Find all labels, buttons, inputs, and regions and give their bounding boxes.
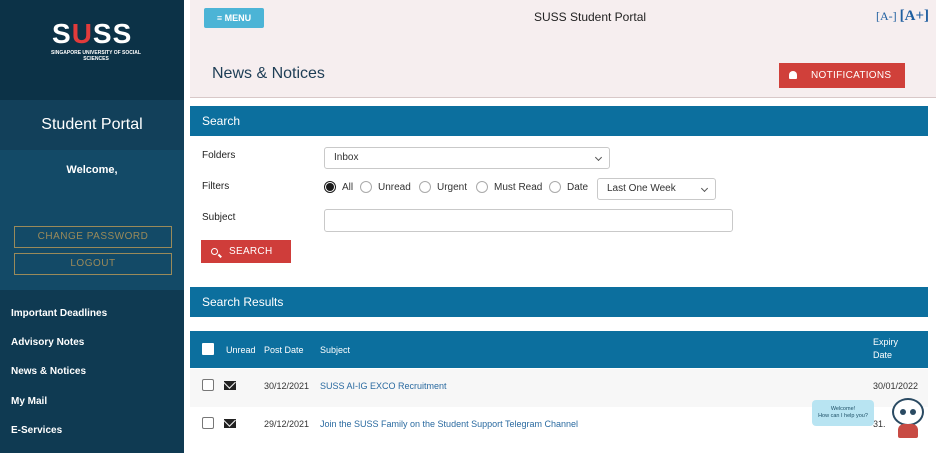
row-checkbox[interactable]: [202, 417, 214, 429]
font-size-controls: [A-] [A+]: [876, 8, 929, 25]
portal-title: Student Portal: [0, 100, 184, 150]
chatbot-avatar-icon[interactable]: [888, 396, 928, 440]
radio-urgent[interactable]: [419, 181, 431, 193]
page-header: ≡ MENU SUSS Student Portal [A-] [A+] New…: [190, 0, 936, 98]
folders-select[interactable]: Inbox: [324, 147, 610, 169]
filter-all[interactable]: All: [324, 180, 353, 196]
row-expiry: 30/01/2022: [873, 381, 919, 391]
search-panel-header: Search: [190, 106, 928, 136]
mail-icon: [224, 419, 236, 428]
logo-wordmark: SUSS: [52, 18, 133, 49]
menu-label: MENU: [224, 13, 252, 23]
sidebar: SUSS SINGAPORE UNIVERSITY OF SOCIAL SCIE…: [0, 0, 184, 453]
row-post-date: 30/12/2021: [264, 381, 310, 391]
chatbot-widget[interactable]: Welcome! How can I help you?: [812, 398, 936, 448]
radio-date[interactable]: [549, 181, 561, 193]
bell-icon: [789, 71, 797, 79]
radio-all[interactable]: [324, 181, 336, 193]
filter-urgent[interactable]: Urgent: [419, 180, 467, 196]
col-unread[interactable]: Unread: [226, 345, 256, 355]
sidebar-item-advisory-notes[interactable]: Advisory Notes: [11, 337, 84, 348]
filters-label: Filters: [202, 181, 230, 192]
row-subject-link[interactable]: SUSS AI-IG EXCO Recruitment: [320, 381, 447, 391]
chevron-down-icon: [594, 153, 603, 162]
row-checkbox[interactable]: [202, 379, 214, 391]
col-expiry-date-2: Date: [873, 350, 893, 360]
subject-input[interactable]: [324, 209, 733, 232]
font-increase-button[interactable]: [A+]: [900, 8, 929, 24]
chevron-down-icon: [700, 184, 709, 193]
sidebar-item-news-notices[interactable]: News & Notices: [11, 366, 86, 377]
notifications-label: NOTIFICATIONS: [811, 70, 892, 81]
chatbot-line1: Welcome!: [830, 406, 856, 412]
filter-urgent-label: Urgent: [437, 182, 468, 193]
filter-all-label: All: [342, 182, 354, 193]
menu-button[interactable]: ≡ MENU: [204, 8, 264, 28]
chatbot-line2: How can I help you?: [818, 413, 868, 419]
filter-must-read-label: Must Read: [494, 182, 543, 193]
page-title: News & Notices: [212, 65, 325, 82]
select-all-checkbox[interactable]: [202, 343, 214, 355]
app-title: SUSS Student Portal: [533, 10, 647, 24]
filter-date[interactable]: Date: [549, 180, 588, 196]
filter-unread[interactable]: Unread: [360, 180, 411, 196]
logo-subtitle: SINGAPORE UNIVERSITY OF SOCIAL SCIENCES: [51, 50, 141, 62]
sidebar-item-important-deadlines[interactable]: Important Deadlines: [11, 308, 107, 319]
filter-must-read[interactable]: Must Read: [476, 180, 542, 196]
logout-button[interactable]: LOGOUT: [14, 253, 172, 275]
col-subject[interactable]: Subject: [320, 345, 350, 355]
filter-date-label: Date: [567, 182, 589, 193]
row-subject-link[interactable]: Join the SUSS Family on the Student Supp…: [320, 419, 578, 429]
date-range-select[interactable]: Last One Week: [597, 178, 716, 200]
search-button[interactable]: SEARCH: [201, 240, 291, 263]
sidebar-item-e-services[interactable]: E-Services: [11, 425, 62, 436]
chatbot-bubble[interactable]: Welcome! How can I help you?: [812, 400, 874, 426]
menu-icon: ≡: [216, 13, 223, 23]
font-decrease-button[interactable]: [A-]: [876, 9, 897, 23]
subject-label: Subject: [202, 212, 236, 223]
radio-must-read[interactable]: [476, 181, 488, 193]
date-range-value: Last One Week: [607, 183, 676, 194]
change-password-button[interactable]: CHANGE PASSWORD: [14, 226, 172, 248]
results-table-header: Unread Post Date Subject Expiry Date: [190, 331, 928, 368]
sidebar-item-my-mail[interactable]: My Mail: [11, 396, 47, 407]
filter-unread-label: Unread: [378, 182, 411, 193]
folders-select-value: Inbox: [334, 152, 359, 163]
welcome-text: Welcome,: [66, 164, 118, 176]
results-panel-header: Search Results: [190, 287, 928, 317]
row-post-date: 29/12/2021: [264, 419, 310, 429]
suss-logo[interactable]: SUSS SINGAPORE UNIVERSITY OF SOCIAL SCIE…: [0, 0, 184, 100]
mail-icon: [224, 381, 236, 390]
col-post-date[interactable]: Post Date: [264, 345, 304, 355]
folders-label: Folders: [202, 150, 236, 161]
search-icon: [211, 248, 218, 255]
radio-unread[interactable]: [360, 181, 372, 193]
notifications-button[interactable]: NOTIFICATIONS: [779, 63, 905, 88]
col-expiry-date-1[interactable]: Expiry: [873, 337, 898, 347]
search-button-label: SEARCH: [229, 246, 273, 257]
